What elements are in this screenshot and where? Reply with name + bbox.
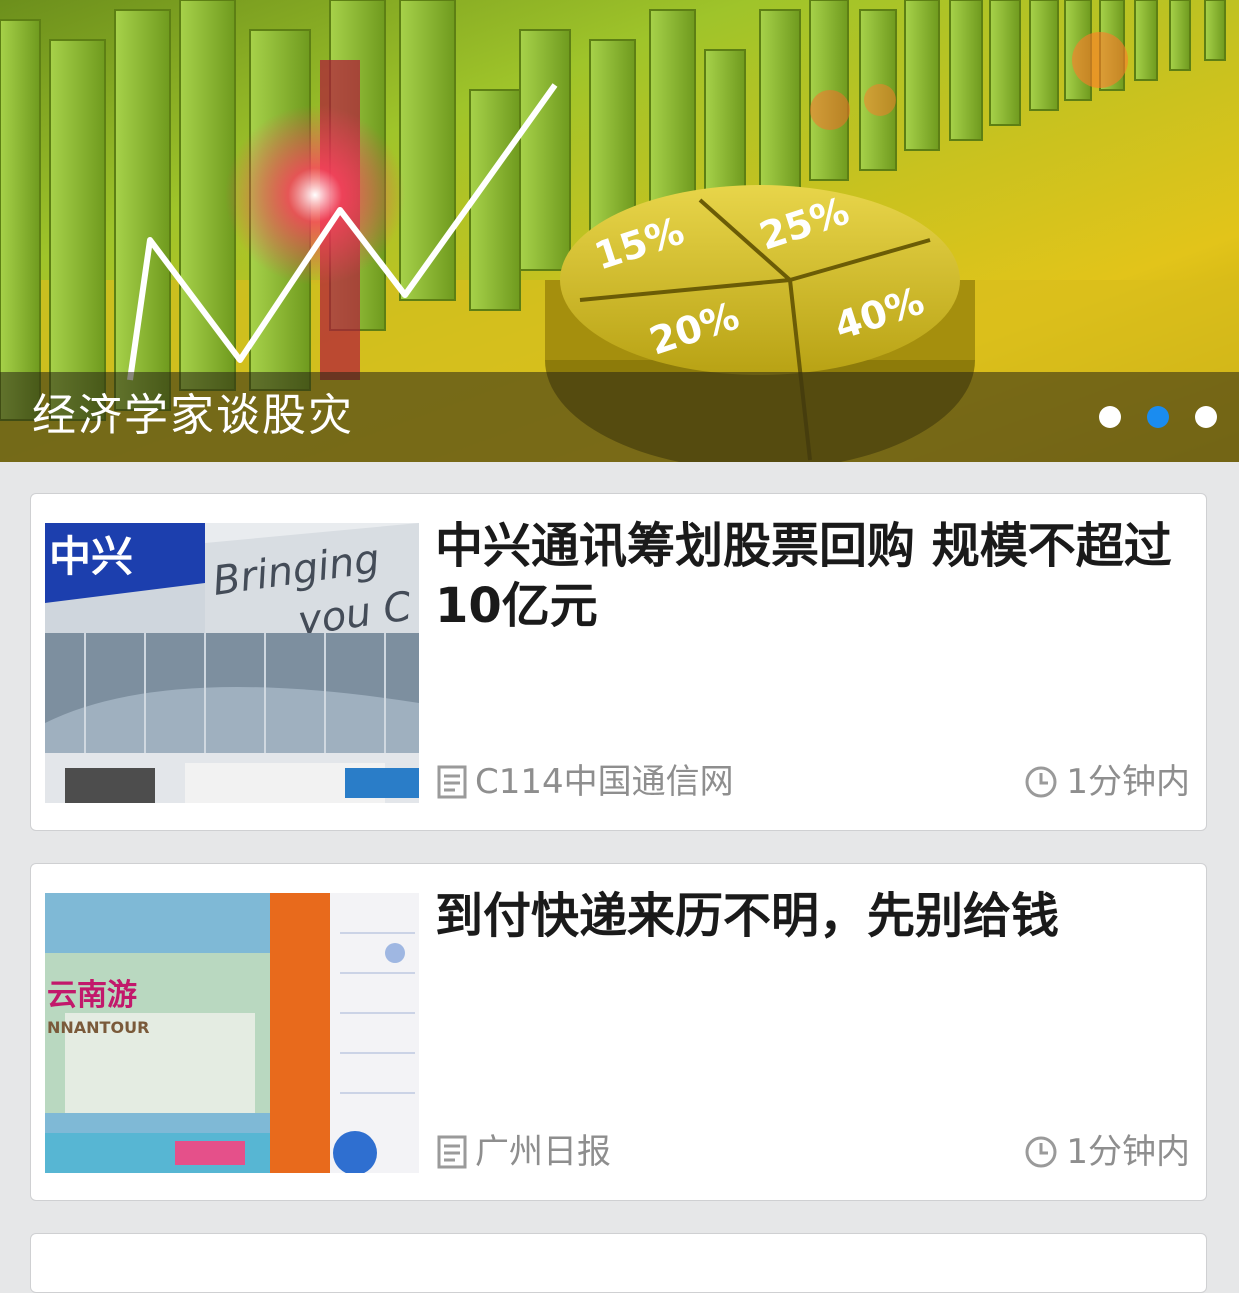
thumb-brand-text: 中兴 [49,532,133,581]
news-card[interactable]: 云南游 NNANTOUR 到付快递来历不明，先别给钱 广州日报 1分钟内 [30,863,1207,1201]
news-headline[interactable]: 到付快递来历不明，先别给钱 [435,886,1175,946]
news-time: 1分钟内 [1024,760,1190,804]
news-thumbnail: 中兴 Bringing you C [45,523,419,803]
news-thumbnail: 云南游 NNANTOUR [45,893,419,1173]
news-source-label: 广州日报 [475,1132,611,1172]
carousel-dot-3[interactable] [1195,406,1217,428]
carousel-indicator [1099,406,1217,428]
thumb-sub-text: NNANTOUR [47,1018,149,1037]
news-headline[interactable]: 中兴通讯筹划股票回购 规模不超过10亿元 [435,516,1175,636]
news-time-label: 1分钟内 [1066,762,1190,802]
banner-caption[interactable]: 经济学家谈股灾 [32,388,354,444]
news-time-label: 1分钟内 [1066,1132,1190,1172]
news-source: 广州日报 [435,1130,611,1174]
news-card[interactable]: 中兴 Bringing you C 中兴通讯筹划股票回购 规模不超过10亿元 C… [30,493,1207,831]
clock-icon [1025,766,1057,798]
newspaper-icon [437,1135,467,1169]
carousel-dot-1[interactable] [1099,406,1121,428]
news-source: C114中国通信网 [435,760,734,804]
clock-icon [1025,1136,1057,1168]
thumb-brand-text: 云南游 [47,978,137,1013]
newspaper-icon [437,765,467,799]
carousel-dot-2-active[interactable] [1147,406,1169,428]
news-card[interactable] [30,1233,1207,1293]
banner-carousel[interactable]: 15% 25% 20% 40% 经济学家谈股灾 [0,0,1239,462]
news-source-label: C114中国通信网 [475,762,734,802]
news-time: 1分钟内 [1024,1130,1190,1174]
